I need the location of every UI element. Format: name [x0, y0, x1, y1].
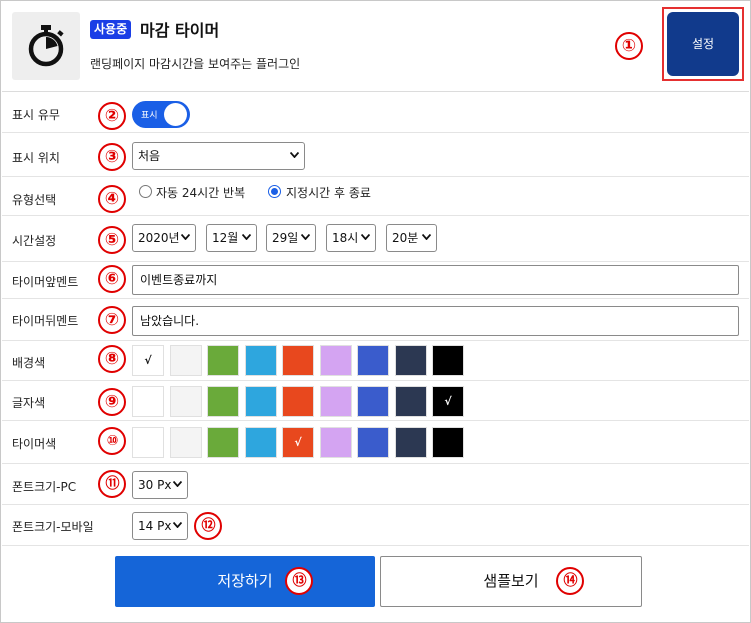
day-select[interactable]: 29일	[266, 224, 316, 252]
color-swatch[interactable]	[432, 427, 464, 458]
month-select[interactable]: 12월	[206, 224, 257, 252]
year-value: 2020년	[138, 231, 180, 245]
color-swatch[interactable]	[169, 427, 202, 458]
row-font-mobile: 폰트크기-모바일	[2, 505, 749, 546]
color-swatch[interactable]	[319, 345, 352, 376]
color-swatch[interactable]	[394, 427, 427, 458]
marker-7: ⑦	[98, 306, 126, 334]
marker-2: ②	[98, 102, 126, 130]
save-button[interactable]: 저장하기	[115, 556, 375, 607]
day-value: 29일	[272, 231, 299, 245]
minute-select[interactable]: 20분	[386, 224, 437, 252]
plugin-header: 사용중 마감 타이머 랜딩페이지 마감시간을 보여주는 플러그인 ① 설정	[2, 2, 749, 92]
marker-6: ⑥	[98, 265, 126, 293]
preview-button-label: 샘플보기	[483, 572, 539, 590]
text-color-label: 글자색	[12, 396, 46, 410]
marker-3: ③	[98, 143, 126, 171]
display-toggle[interactable]: 표시	[132, 101, 190, 128]
pre-text-input[interactable]: 이벤트종료까지	[132, 265, 739, 295]
color-swatch[interactable]	[244, 427, 277, 458]
plugin-title: 마감 타이머	[140, 21, 220, 40]
marker-1: ①	[615, 32, 643, 60]
color-swatch[interactable]	[169, 345, 202, 376]
plugin-settings-panel: 사용중 마감 타이머 랜딩페이지 마감시간을 보여주는 플러그인 ① 설정 표시…	[0, 0, 751, 623]
toggle-knob	[164, 103, 187, 126]
color-swatch[interactable]	[207, 345, 239, 376]
color-swatch[interactable]: √	[432, 386, 464, 417]
marker-8: ⑧	[98, 345, 126, 373]
chevron-down-icon	[361, 234, 370, 240]
color-swatch[interactable]	[207, 427, 239, 458]
settings-button-label: 설정	[667, 12, 739, 76]
chevron-down-icon	[173, 522, 182, 528]
color-swatch[interactable]	[319, 427, 352, 458]
type-label: 유형선택	[12, 193, 57, 207]
color-swatch[interactable]	[319, 386, 352, 417]
preview-button[interactable]: 샘플보기	[380, 556, 642, 607]
marker-14: ⑭	[556, 567, 584, 595]
stopwatch-icon	[12, 12, 80, 80]
pre-text-label: 타이머앞멘트	[12, 275, 79, 289]
position-select[interactable]: 처음	[132, 142, 305, 170]
minute-value: 20분	[392, 231, 419, 245]
marker-11: ⑪	[98, 470, 126, 498]
time-label: 시간설정	[12, 234, 57, 248]
font-pc-select[interactable]: 30 Px	[132, 471, 188, 499]
radio-auto-repeat-label: 자동 24시간 반복	[156, 186, 246, 200]
month-value: 12월	[212, 231, 239, 245]
font-mobile-label: 폰트크기-모바일	[12, 520, 94, 534]
color-swatch[interactable]	[357, 427, 389, 458]
settings-button[interactable]: 설정	[662, 7, 744, 81]
color-swatch[interactable]	[394, 386, 427, 417]
color-swatch[interactable]	[132, 427, 164, 458]
radio-end-after-time-label: 지정시간 후 종료	[286, 186, 371, 200]
radio-end-after-time[interactable]	[268, 185, 281, 198]
font-mobile-value: 14 Px	[138, 519, 172, 533]
marker-4: ④	[98, 185, 126, 213]
timer-color-label: 타이머색	[12, 437, 57, 451]
marker-9: ⑨	[98, 388, 126, 416]
post-text-label: 타이머뒤멘트	[12, 314, 79, 328]
marker-12: ⑫	[194, 512, 222, 540]
chevron-down-icon	[290, 152, 299, 158]
year-select[interactable]: 2020년	[132, 224, 196, 252]
font-pc-value: 30 Px	[138, 478, 172, 492]
chevron-down-icon	[181, 234, 190, 240]
color-swatch[interactable]	[244, 345, 277, 376]
position-value: 처음	[138, 149, 161, 163]
color-swatch[interactable]	[282, 345, 314, 376]
chevron-down-icon	[242, 234, 251, 240]
color-swatch[interactable]: √	[282, 427, 314, 458]
status-badge: 사용중	[90, 20, 132, 39]
font-pc-label: 폰트크기-PC	[12, 480, 77, 494]
display-label: 표시 유무	[12, 108, 60, 122]
marker-10: ⑩	[98, 427, 126, 455]
color-swatch[interactable]	[132, 386, 164, 417]
color-swatch[interactable]	[169, 386, 202, 417]
color-swatch[interactable]	[357, 345, 389, 376]
chevron-down-icon	[173, 481, 182, 487]
position-label: 표시 위치	[12, 151, 60, 165]
radio-auto-repeat[interactable]	[139, 185, 152, 198]
marker-13: ⑬	[285, 567, 313, 595]
save-button-label: 저장하기	[217, 572, 273, 590]
color-swatch[interactable]	[357, 386, 389, 417]
chevron-down-icon	[301, 234, 310, 240]
color-swatch[interactable]	[207, 386, 239, 417]
color-swatch[interactable]: √	[132, 345, 164, 376]
bg-color-label: 배경색	[12, 356, 46, 370]
color-swatch[interactable]	[244, 386, 277, 417]
hour-value: 18시	[332, 231, 359, 245]
color-swatch[interactable]	[432, 345, 464, 376]
color-swatch[interactable]	[282, 386, 314, 417]
plugin-description: 랜딩페이지 마감시간을 보여주는 플러그인	[90, 57, 301, 71]
marker-5: ⑤	[98, 226, 126, 254]
color-swatch[interactable]	[394, 345, 427, 376]
font-mobile-select[interactable]: 14 Px	[132, 512, 188, 540]
post-text-input[interactable]: 남았습니다.	[132, 306, 739, 336]
chevron-down-icon	[422, 234, 431, 240]
toggle-text: 표시	[141, 111, 158, 121]
hour-select[interactable]: 18시	[326, 224, 376, 252]
